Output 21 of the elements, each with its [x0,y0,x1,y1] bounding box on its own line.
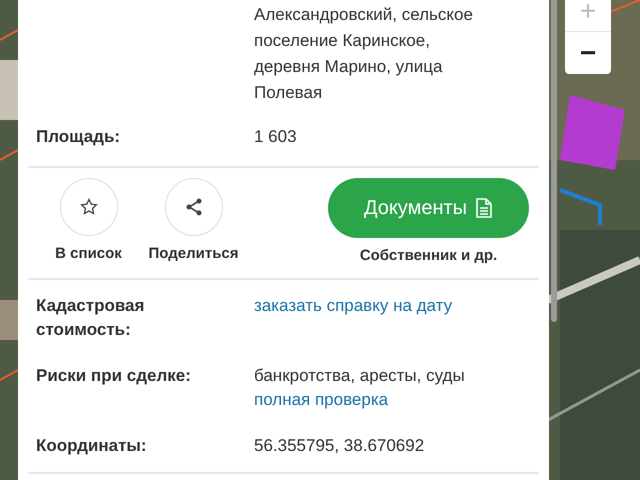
documents-button[interactable]: Документы [328,178,529,238]
address-text: Полевая [254,82,324,104]
detail-link[interactable]: полная проверка [254,388,465,412]
detail-link[interactable]: заказать справку на дату [254,294,452,318]
share-icon [184,197,204,217]
document-icon [475,198,494,218]
area-value: 1 603 [254,126,297,148]
detail-label: Кадастровая стоимость: [36,295,146,341]
address-text: поселение Каринское, [254,30,431,52]
detail-label: Координаты: [36,435,148,457]
detail-value: банкротства, аресты, суды [254,365,465,387]
action-label: В список [55,244,122,264]
detail-label: Риски при сделке: [36,365,192,387]
address-text: Александровский, сельское [254,4,473,26]
documents-caption: Собственник и др. [360,246,498,266]
action-label: Поделиться [148,244,239,264]
zoom-out-button[interactable]: − [565,32,611,74]
address-text: деревня Марино, улица [254,56,444,78]
area-label: Площадь: [36,126,122,148]
star-icon [78,197,98,217]
detail-value: 56.355795, 38.670692 [254,435,424,457]
